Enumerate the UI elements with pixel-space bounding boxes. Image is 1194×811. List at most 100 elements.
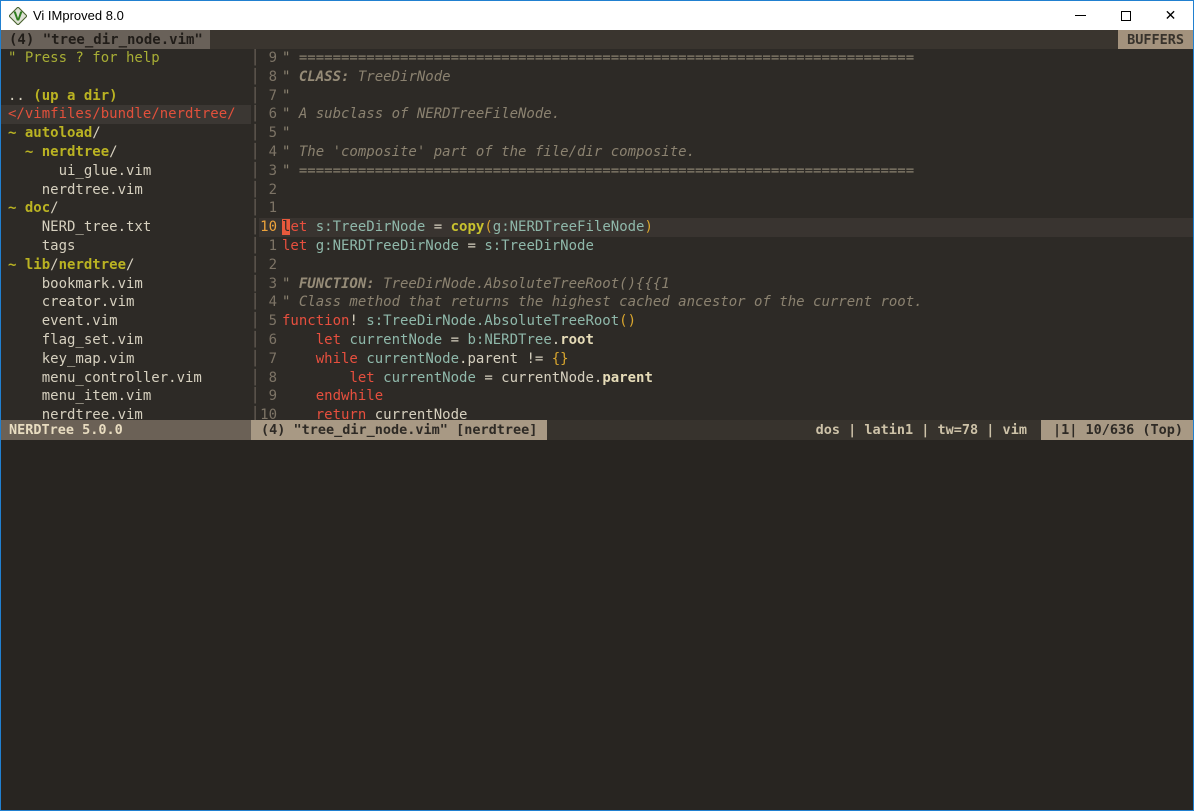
code-line[interactable]: 7" bbox=[259, 87, 1193, 106]
vim-window: Vi IMproved 8.0 ✕ (4) "tree_dir_node.vim… bbox=[0, 0, 1194, 811]
line-number: 3 bbox=[259, 275, 277, 294]
tree-text: " Press ? for help bbox=[8, 49, 160, 68]
code-text: let currentNode = currentNode.parent bbox=[282, 369, 653, 388]
line-number: 4 bbox=[259, 293, 277, 312]
tree-text: tags bbox=[8, 237, 75, 256]
code-line[interactable]: 4" Class method that returns the highest… bbox=[259, 293, 1193, 312]
tree-item[interactable]: event.vim bbox=[1, 312, 251, 331]
nerdtree-status: NERDTree 5.0.0 bbox=[1, 420, 251, 440]
code-line[interactable]: 1 bbox=[259, 199, 1193, 218]
tree-item[interactable]: .. (up a dir) bbox=[1, 87, 251, 106]
code-line[interactable]: 5 function! s:TreeDirNode.AbsoluteTreeRoo… bbox=[259, 312, 1193, 331]
code-text: function! s:TreeDirNode.AbsoluteTreeRoot… bbox=[282, 312, 636, 331]
tree-item[interactable]: menu_item.vim bbox=[1, 387, 251, 406]
separator-glyph: │ bbox=[251, 237, 259, 256]
code-line[interactable]: 10 let s:TreeDirNode = copy(g:NERDTreeFil… bbox=[259, 218, 1193, 237]
tree-text: key_map.vim bbox=[8, 350, 134, 369]
tree-text: </vimfiles/bundle/nerdtree/ bbox=[8, 105, 236, 124]
separator-glyph: │ bbox=[251, 387, 259, 406]
tree-item[interactable]: key_map.vim bbox=[1, 350, 251, 369]
code-text: " A subclass of NERDTreeFileNode. bbox=[282, 105, 560, 124]
tree-item[interactable]: " Press ? for help bbox=[1, 49, 251, 68]
code-line[interactable]: 8" CLASS: TreeDirNode bbox=[259, 68, 1193, 87]
separator-glyph: │ bbox=[251, 218, 259, 237]
tree-item[interactable]: menu_controller.vim bbox=[1, 369, 251, 388]
file-flags: dos | latin1 | tw=78 | vim bbox=[816, 422, 1041, 438]
code-line[interactable]: 1let g:NERDTreeDirNode = s:TreeDirNode bbox=[259, 237, 1193, 256]
code-line[interactable]: 4" The 'composite' part of the file/dir … bbox=[259, 143, 1193, 162]
tree-item[interactable]: ~ nerdtree/ bbox=[1, 143, 251, 162]
tree-item[interactable]: ~ doc/ bbox=[1, 199, 251, 218]
tabline-fill bbox=[210, 30, 1118, 49]
line-number: 6 bbox=[259, 331, 277, 350]
vim-area: (4) "tree_dir_node.vim" BUFFERS " Press … bbox=[1, 30, 1193, 810]
line-number: 8 bbox=[259, 369, 277, 388]
code-line[interactable]: 2 bbox=[259, 181, 1193, 200]
tree-item[interactable]: creator.vim bbox=[1, 293, 251, 312]
code-line[interactable]: 3" FUNCTION: TreeDirNode.AbsoluteTreeRoo… bbox=[259, 275, 1193, 294]
code-text: let s:TreeDirNode = copy(g:NERDTreeFileN… bbox=[282, 218, 653, 237]
line-number: 9 bbox=[259, 49, 277, 68]
line-number: 2 bbox=[259, 181, 277, 200]
code-line[interactable]: 7 while currentNode.parent != {} bbox=[259, 350, 1193, 369]
tree-text: menu_controller.vim bbox=[8, 369, 202, 388]
tree-item[interactable]: nerdtree.vim bbox=[1, 406, 251, 419]
tree-text: nerdtree.vim bbox=[8, 181, 143, 200]
maximize-button[interactable] bbox=[1103, 1, 1148, 30]
line-number: 10 bbox=[259, 406, 277, 419]
code-line[interactable]: 9 endwhile bbox=[259, 387, 1193, 406]
tab-buffers[interactable]: BUFFERS bbox=[1118, 30, 1193, 49]
code-line[interactable]: 3 " =====================================… bbox=[259, 162, 1193, 181]
line-number: 9 bbox=[259, 387, 277, 406]
tree-item[interactable]: NERD_tree.txt bbox=[1, 218, 251, 237]
tree-item[interactable] bbox=[1, 68, 251, 87]
tree-item[interactable]: bookmark.vim bbox=[1, 275, 251, 294]
minimize-icon bbox=[1075, 15, 1086, 16]
tree-item[interactable]: nerdtree.vim bbox=[1, 181, 251, 200]
line-number: 6 bbox=[259, 105, 277, 124]
vim-logo-icon bbox=[9, 7, 27, 25]
tree-item[interactable]: </vimfiles/bundle/nerdtree/ bbox=[1, 105, 251, 124]
tree-item[interactable]: ui_glue.vim bbox=[1, 162, 251, 181]
tab-tree-dir-node[interactable]: (4) "tree_dir_node.vim" bbox=[1, 30, 210, 49]
tree-item[interactable]: ~ autoload/ bbox=[1, 124, 251, 143]
separator-glyph: │ bbox=[251, 331, 259, 350]
close-button[interactable]: ✕ bbox=[1148, 1, 1193, 30]
code-line[interactable]: 8 let currentNode = currentNode.parent bbox=[259, 369, 1193, 388]
separator-glyph: │ bbox=[251, 162, 259, 181]
separator-glyph: │ bbox=[251, 105, 259, 124]
code-line[interactable]: 5" bbox=[259, 124, 1193, 143]
tree-text: ~ doc/ bbox=[8, 199, 59, 218]
code-text: let currentNode = b:NERDTree.root bbox=[282, 331, 594, 350]
minimize-button[interactable] bbox=[1058, 1, 1103, 30]
code-line[interactable]: 9" =====================================… bbox=[259, 49, 1193, 68]
tab-line: (4) "tree_dir_node.vim" BUFFERS bbox=[1, 30, 1193, 49]
maximize-icon bbox=[1121, 11, 1131, 21]
code-text: " ======================================… bbox=[282, 162, 914, 181]
tree-text: flag_set.vim bbox=[8, 331, 143, 350]
separator-glyph: │ bbox=[251, 68, 259, 87]
line-number: 5 bbox=[259, 312, 277, 331]
separator-glyph: │ bbox=[251, 143, 259, 162]
code-text: " The 'composite' part of the file/dir c… bbox=[282, 143, 695, 162]
tree-item[interactable]: ~ lib/nerdtree/ bbox=[1, 256, 251, 275]
code-line[interactable]: 6 let currentNode = b:NERDTree.root bbox=[259, 331, 1193, 350]
tree-item[interactable]: flag_set.vim bbox=[1, 331, 251, 350]
title-bar: Vi IMproved 8.0 ✕ bbox=[1, 1, 1193, 30]
separator-glyph: │ bbox=[251, 406, 259, 419]
tree-text: ~ autoload/ bbox=[8, 124, 101, 143]
tree-item[interactable]: tags bbox=[1, 237, 251, 256]
code-line[interactable]: 10 return currentNode bbox=[259, 406, 1193, 419]
line-number: 3 bbox=[259, 162, 277, 181]
command-line[interactable] bbox=[1, 440, 1193, 811]
line-number: 10 bbox=[259, 218, 277, 237]
separator-glyph: │ bbox=[251, 256, 259, 275]
line-number: 2 bbox=[259, 256, 277, 275]
code-line[interactable]: 2 bbox=[259, 256, 1193, 275]
editor-panel: 9 " =====================================… bbox=[259, 49, 1193, 420]
buffer-status: (4) "tree_dir_node.vim" [nerdtree] bbox=[251, 420, 547, 440]
code-line[interactable]: 6 " A subclass of NERDTreeFileNode. bbox=[259, 105, 1193, 124]
window-separator[interactable]: │││││││││││││││││││││││││││││││││││││ bbox=[251, 49, 259, 420]
tree-text: ~ lib/nerdtree/ bbox=[8, 256, 134, 275]
separator-glyph: │ bbox=[251, 312, 259, 331]
